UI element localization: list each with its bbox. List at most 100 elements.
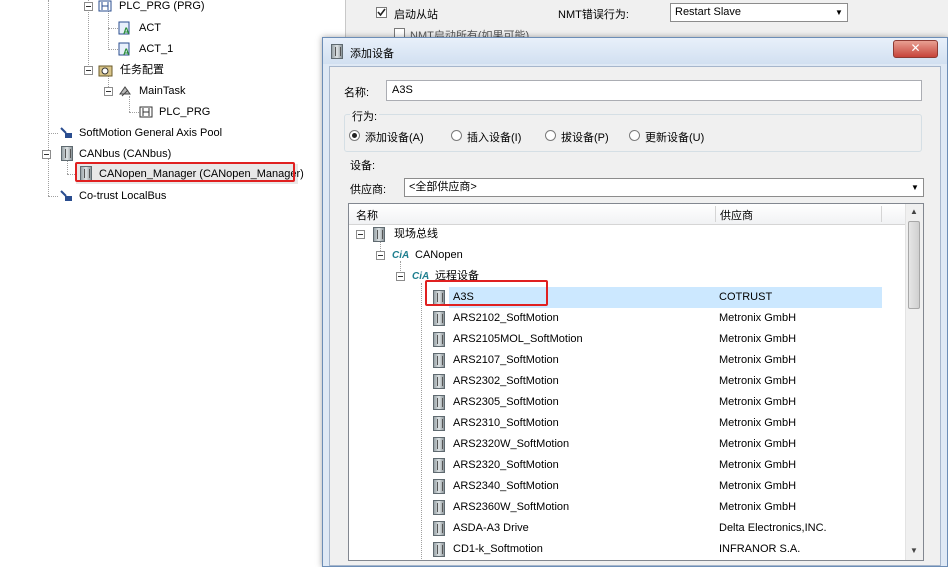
red-highlight-box [425, 280, 548, 306]
device-row[interactable]: ARS2340_SoftMotion Metronix GmbH [449, 476, 882, 497]
device-icon [433, 416, 445, 431]
svg-text:A: A [123, 26, 130, 35]
device-icon [433, 500, 445, 515]
collapse-icon[interactable] [84, 2, 93, 11]
add-device-dialog: 添加设备 ✕ 名称: A3S 行为: 添加设备(A) 插入设备(I) 拔设备(P… [322, 37, 948, 567]
tree-item-label: SoftMotion General Axis Pool [79, 127, 223, 139]
tree-item-label: PLC_PRG [159, 106, 211, 118]
update-device-radio[interactable] [629, 130, 640, 141]
device-vendor: Metronix GmbH [719, 480, 797, 492]
tree-guide-line [48, 196, 58, 197]
category-label: CANopen [415, 249, 463, 261]
start-slave-checkbox[interactable] [376, 7, 387, 18]
device-name: ARS2310_SoftMotion [453, 417, 559, 429]
column-header-name[interactable]: 名称 [356, 207, 378, 223]
localbus-icon [58, 189, 72, 203]
unplug-device-radio-label[interactable]: 拔设备(P) [561, 129, 609, 145]
tree-item-localbus[interactable]: Co-trust LocalBus [58, 186, 258, 206]
device-icon [433, 521, 445, 536]
name-input[interactable]: A3S [386, 80, 922, 101]
device-vendor: Metronix GmbH [719, 396, 797, 408]
collapse-icon[interactable] [396, 272, 405, 281]
tree-item-canbus[interactable]: CANbus (CANbus) [42, 144, 242, 164]
collapse-icon[interactable] [42, 150, 51, 159]
update-device-radio-label[interactable]: 更新设备(U) [645, 129, 704, 145]
name-label: 名称: [344, 87, 370, 99]
insert-device-radio[interactable] [451, 130, 462, 141]
collapse-icon[interactable] [356, 230, 365, 239]
cia-icon: CiA [392, 250, 410, 261]
device-icon [433, 374, 445, 389]
column-header-vendor[interactable]: 供应商 [720, 207, 753, 223]
collapse-icon[interactable] [104, 87, 113, 96]
close-button[interactable]: ✕ [893, 40, 938, 58]
add-device-radio[interactable] [349, 130, 360, 141]
device-row[interactable]: ASDA-A3 Drive Delta Electronics,INC. [449, 518, 882, 539]
scrollbar-thumb[interactable] [908, 221, 920, 309]
tree-item-plc-prg-call[interactable]: PLC_PRG [139, 102, 259, 122]
tree-guide-line [48, 0, 49, 196]
nmt-error-value: Restart Slave [675, 6, 742, 18]
start-slave-label: 启动从站 [394, 9, 438, 21]
device-name: ARS2302_SoftMotion [453, 375, 559, 387]
collapse-icon[interactable] [84, 66, 93, 75]
unplug-device-radio[interactable] [545, 130, 556, 141]
tree-item-act-1[interactable]: A ACT_1 [118, 39, 238, 59]
add-device-radio-label[interactable]: 添加设备(A) [365, 129, 424, 145]
vendor-select[interactable]: <全部供应商> ▼ [404, 178, 924, 197]
device-icon [433, 479, 445, 494]
tree-guide-line [108, 49, 118, 50]
category-label: 现场总线 [394, 228, 438, 240]
device-icon [331, 44, 343, 59]
tree-item-label: Co-trust LocalBus [79, 190, 167, 202]
category-canopen[interactable]: CiA CANopen [349, 245, 907, 266]
device-list[interactable]: 名称 供应商 现场总线 CiA CANopen CiA 远程设备 A3S COT… [348, 203, 924, 561]
nmt-error-select[interactable]: Restart Slave ▼ [670, 3, 848, 22]
column-divider[interactable] [881, 206, 882, 222]
collapse-icon[interactable] [376, 251, 385, 260]
insert-device-radio-label[interactable]: 插入设备(I) [467, 129, 521, 145]
device-row[interactable]: ARS2320W_SoftMotion Metronix GmbH [449, 434, 882, 455]
scroll-down-icon[interactable]: ▼ [906, 543, 922, 559]
device-vendor: INFRANOR S.A. [719, 543, 801, 555]
device-row[interactable]: ARS2107_SoftMotion Metronix GmbH [449, 350, 882, 371]
device-name: ARS2360W_SoftMotion [453, 501, 570, 513]
tree-item-label: PLC_PRG (PRG) [119, 0, 205, 12]
category-fieldbus[interactable]: 现场总线 [349, 224, 907, 245]
column-divider[interactable] [715, 206, 716, 222]
device-vendor: Metronix GmbH [719, 375, 797, 387]
device-icon [373, 227, 385, 242]
scroll-up-icon[interactable]: ▲ [906, 204, 922, 220]
chevron-down-icon: ▼ [835, 8, 843, 17]
device-row[interactable]: CD1-k_Softmotion INFRANOR S.A. [449, 539, 882, 560]
device-icon [433, 458, 445, 473]
tree-item-maintask[interactable]: MainTask [104, 81, 244, 101]
dialog-body: 名称: A3S 行为: 添加设备(A) 插入设备(I) 拔设备(P) 更新设备(… [329, 66, 941, 566]
device-vendor: Metronix GmbH [719, 333, 797, 345]
program-call-icon [139, 105, 153, 119]
device-name: ARS2305_SoftMotion [453, 396, 559, 408]
device-row[interactable]: ARS2102_SoftMotion Metronix GmbH [449, 308, 882, 329]
chevron-down-icon: ▼ [911, 183, 919, 192]
device-name: ARS2320_SoftMotion [453, 459, 559, 471]
tree-item-plc-prg[interactable]: PLC_PRG (PRG) [84, 0, 304, 16]
device-vendor: Metronix GmbH [719, 501, 797, 513]
red-highlight-box [75, 162, 295, 182]
tree-item-act[interactable]: A ACT [118, 18, 238, 38]
device-vendor: Metronix GmbH [719, 417, 797, 429]
tree-item-axis-pool[interactable]: SoftMotion General Axis Pool [58, 123, 298, 143]
device-vendor: Delta Electronics,INC. [719, 522, 827, 534]
device-row[interactable]: ARS2302_SoftMotion Metronix GmbH [449, 371, 882, 392]
device-row[interactable]: ARS2105MOL_SoftMotion Metronix GmbH [449, 329, 882, 350]
device-group-label: 设备: [350, 160, 376, 172]
device-icon [433, 437, 445, 452]
device-row[interactable]: ARS2305_SoftMotion Metronix GmbH [449, 392, 882, 413]
device-row[interactable]: ARS2360W_SoftMotion Metronix GmbH [449, 497, 882, 518]
device-vendor: Metronix GmbH [719, 354, 797, 366]
device-name: ARS2320W_SoftMotion [453, 438, 570, 450]
device-row[interactable]: ARS2320_SoftMotion Metronix GmbH [449, 455, 882, 476]
vertical-scrollbar[interactable]: ▲ ▼ [905, 204, 923, 560]
action-icon: A [118, 21, 132, 36]
device-row[interactable]: ARS2310_SoftMotion Metronix GmbH [449, 413, 882, 434]
tree-item-task-config[interactable]: 任务配置 [84, 60, 244, 80]
